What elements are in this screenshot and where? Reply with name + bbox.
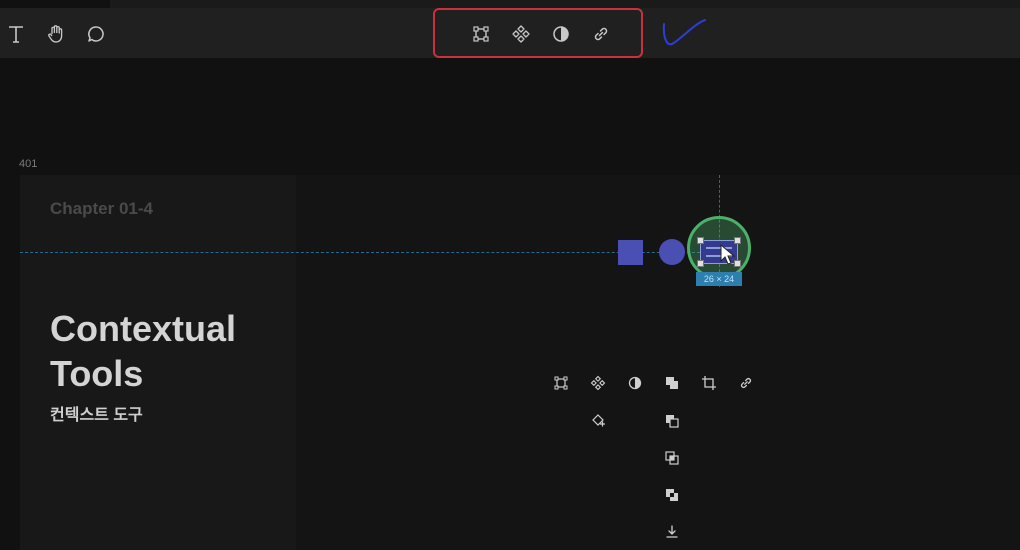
vector-path-icon bbox=[553, 375, 569, 391]
chapter-label: Chapter 01-4 bbox=[50, 199, 153, 218]
component-add-icon bbox=[590, 413, 606, 429]
mouse-cursor-icon bbox=[720, 244, 736, 265]
subtract-icon bbox=[664, 450, 680, 466]
crop-icon bbox=[701, 375, 717, 391]
contextual-tools-highlight bbox=[433, 8, 643, 58]
text-tool-icon[interactable] bbox=[4, 22, 28, 46]
horizontal-guide bbox=[20, 252, 720, 253]
intersect-icon bbox=[664, 487, 680, 503]
mask-icon[interactable] bbox=[549, 22, 573, 46]
union-icon bbox=[664, 413, 680, 429]
flatten-icon bbox=[664, 524, 680, 540]
square-shape[interactable] bbox=[618, 240, 643, 265]
circle-shape[interactable] bbox=[659, 239, 685, 265]
size-badge: 26 × 24 bbox=[696, 272, 742, 286]
boolean-icon bbox=[664, 375, 680, 391]
frame-label: 401 bbox=[19, 158, 38, 170]
title-line-2: Tools bbox=[50, 353, 144, 394]
check-annotation-icon bbox=[662, 19, 706, 46]
page-title: Contextual Tools bbox=[50, 306, 290, 396]
resize-handle[interactable] bbox=[697, 260, 704, 267]
page-subtitle: 컨텍스트 도구 bbox=[50, 407, 143, 424]
top-band bbox=[110, 0, 1020, 8]
resize-handle[interactable] bbox=[697, 237, 704, 244]
resize-handle[interactable] bbox=[734, 237, 741, 244]
comment-tool-icon[interactable] bbox=[84, 22, 108, 46]
mask-icon bbox=[627, 375, 643, 391]
title-line-1: Contextual bbox=[50, 308, 237, 349]
vector-path-icon[interactable] bbox=[469, 22, 493, 46]
link-icon[interactable] bbox=[589, 22, 613, 46]
hand-tool-icon[interactable] bbox=[44, 22, 68, 46]
link-icon bbox=[738, 375, 754, 391]
component-icon[interactable] bbox=[509, 22, 533, 46]
component-icon bbox=[590, 375, 606, 391]
